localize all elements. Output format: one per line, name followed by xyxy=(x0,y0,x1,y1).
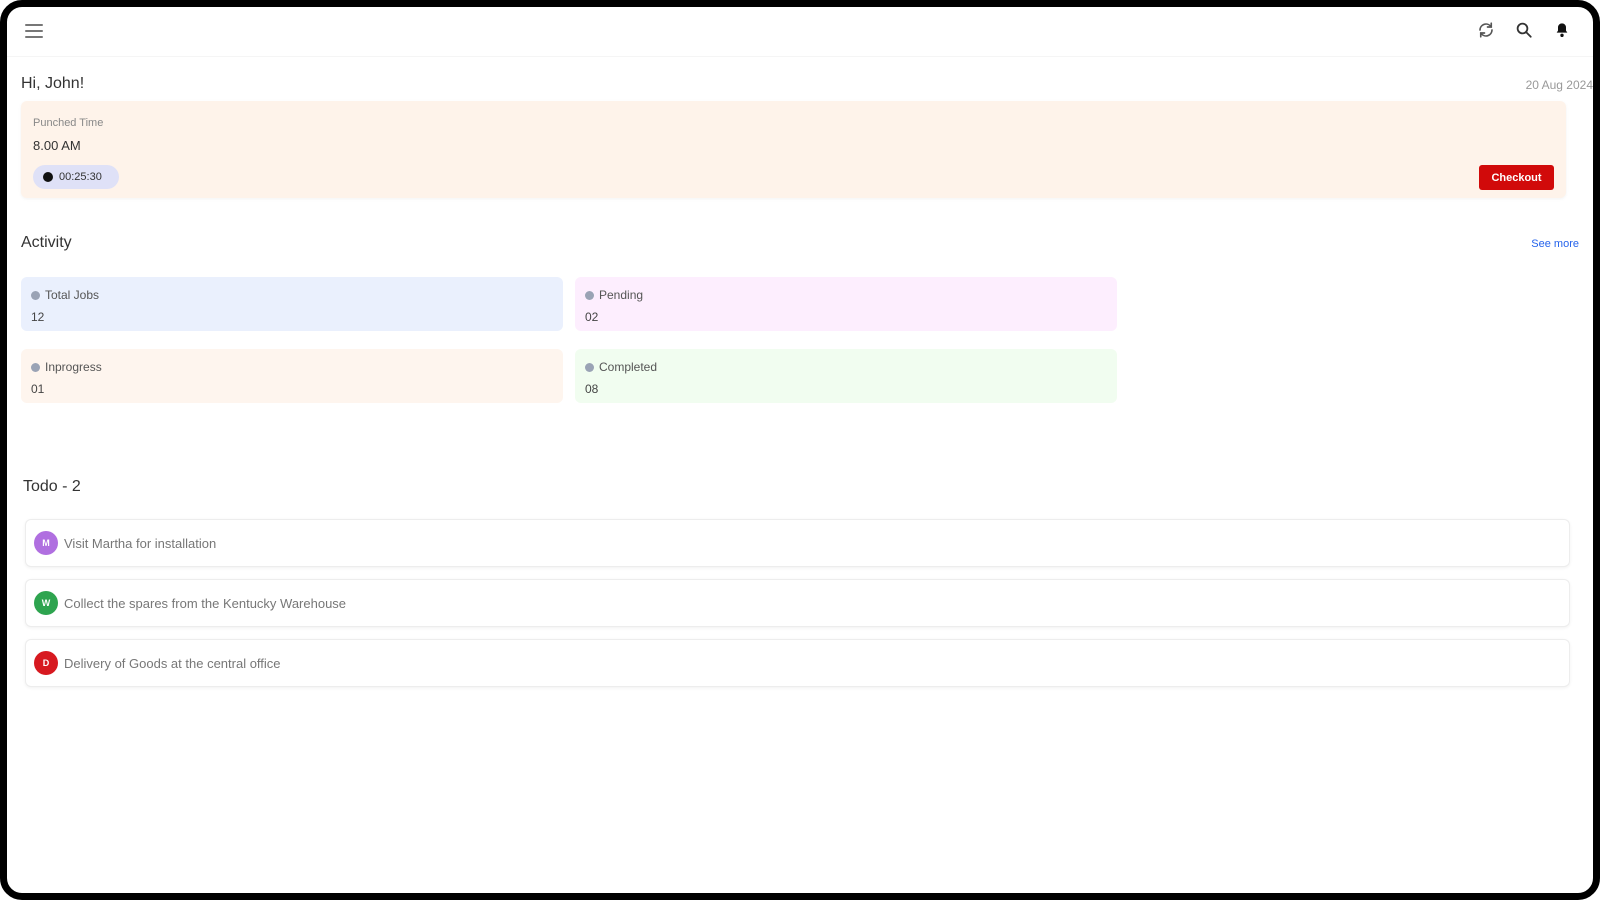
top-icons xyxy=(1475,19,1573,41)
menu-icon[interactable] xyxy=(25,24,43,38)
stat-label: Pending xyxy=(585,288,643,302)
todo-text: Visit Martha for installation xyxy=(64,535,217,551)
punched-time-label: Punched Time xyxy=(33,117,104,129)
search-icon[interactable] xyxy=(1513,19,1535,41)
stat-label: Completed xyxy=(585,360,657,374)
checkout-button[interactable]: Checkout xyxy=(1479,165,1554,190)
activity-title: Activity xyxy=(21,234,72,251)
stat-inprogress[interactable]: Inprogress 01 xyxy=(21,349,563,403)
timer-value: 00:25:30 xyxy=(59,171,102,183)
stat-label: Total Jobs xyxy=(31,288,99,302)
todo-avatar: W xyxy=(34,591,58,615)
timer-pill: 00:25:30 xyxy=(33,165,119,189)
stat-pending[interactable]: Pending 02 xyxy=(575,277,1117,331)
pin-icon xyxy=(31,290,40,300)
check-icon xyxy=(585,362,594,372)
stat-completed[interactable]: Completed 08 xyxy=(575,349,1117,403)
todo-title: Todo - 2 xyxy=(23,478,81,495)
top-bar xyxy=(7,7,1593,57)
stat-value: 08 xyxy=(585,382,599,396)
stat-value: 02 xyxy=(585,310,599,324)
stat-value: 12 xyxy=(31,310,45,324)
todo-item[interactable]: D Delivery of Goods at the central offic… xyxy=(25,639,1570,687)
pin-icon xyxy=(585,290,594,300)
todo-text: Delivery of Goods at the central office xyxy=(64,655,281,671)
current-date: 20 Aug 2024 xyxy=(1525,78,1593,92)
todo-avatar: M xyxy=(34,531,58,555)
punched-time-value: 8.00 AM xyxy=(33,138,81,153)
todo-item[interactable]: W Collect the spares from the Kentucky W… xyxy=(25,579,1570,627)
punch-card: Punched Time 8.00 AM 00:25:30 Checkout xyxy=(21,101,1566,198)
bell-icon[interactable] xyxy=(1551,19,1573,41)
refresh-icon[interactable] xyxy=(1475,19,1497,41)
stopwatch-icon xyxy=(43,172,53,182)
stat-label: Inprogress xyxy=(31,360,102,374)
progress-icon xyxy=(31,362,40,372)
stat-value: 01 xyxy=(31,382,45,396)
see-more-link[interactable]: See more xyxy=(1531,238,1579,250)
stat-total-jobs[interactable]: Total Jobs 12 xyxy=(21,277,563,331)
todo-avatar: D xyxy=(34,651,58,675)
greeting: Hi, John! xyxy=(21,75,85,92)
app-frame: Hi, John! 20 Aug 2024 Punched Time 8.00 … xyxy=(0,0,1600,900)
todo-text: Collect the spares from the Kentucky War… xyxy=(64,595,347,611)
todo-item[interactable]: M Visit Martha for installation xyxy=(25,519,1570,567)
